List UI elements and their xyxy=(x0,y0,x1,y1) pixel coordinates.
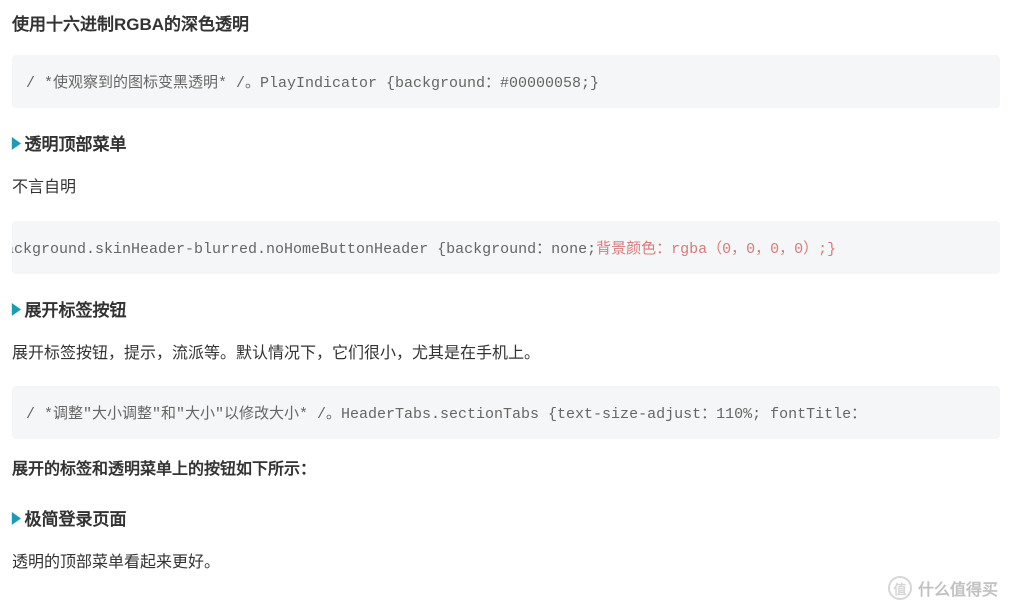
paragraph-expand-desc: 展开标签按钮，提示，流派等。默认情况下，它们很小，尤其是在手机上。 xyxy=(12,341,1000,367)
document-content: 使用十六进制RGBA的深色透明 / *使观察到的图标变黑透明* /。PlayIn… xyxy=(0,0,1012,605)
heading-text: 展开标签按钮 xyxy=(24,296,126,321)
heading-text: 透明顶部菜单 xyxy=(24,130,126,155)
heading-minimal-login[interactable]: 极简登录页面 xyxy=(12,505,1000,530)
code-text: / *调整"大小调整"和"大小"以修改大小* /。HeaderTabs.sect… xyxy=(26,402,1000,423)
heading-expand-tab-button[interactable]: 展开标签按钮 xyxy=(12,296,1000,321)
heading-rgba-dark: 使用十六进制RGBA的深色透明 xyxy=(12,10,1000,35)
code-text-pink: 背景颜色：rgba（0，0，0，0）;} xyxy=(596,241,836,258)
watermark-icon: 值 xyxy=(888,576,912,600)
watermark: 值 什么值得买 xyxy=(888,576,998,600)
code-text-plain: Background.skinHeader-blurred.noHomeButt… xyxy=(12,241,596,258)
code-inner: Background.skinHeader-blurred.noHomeButt… xyxy=(12,241,836,258)
watermark-text: 什么值得买 xyxy=(918,576,998,600)
code-block-skin-header[interactable]: Background.skinHeader-blurred.noHomeButt… xyxy=(12,221,1000,274)
paragraph-self-evident: 不言自明 xyxy=(12,175,1000,201)
paragraph-shown-below: 展开的标签和透明菜单上的按钮如下所示： xyxy=(12,457,1000,483)
code-block-header-tabs[interactable]: / *调整"大小调整"和"大小"以修改大小* /。HeaderTabs.sect… xyxy=(12,386,1000,439)
code-text: / *使观察到的图标变黑透明* /。PlayIndicator {backgro… xyxy=(26,75,599,92)
code-block-play-indicator[interactable]: / *使观察到的图标变黑透明* /。PlayIndicator {backgro… xyxy=(12,55,1000,108)
paragraph-better-look: 透明的顶部菜单看起来更好。 xyxy=(12,550,1000,576)
heading-text: 极简登录页面 xyxy=(24,505,126,530)
heading-transparent-top-menu[interactable]: 透明顶部菜单 xyxy=(12,130,1000,155)
